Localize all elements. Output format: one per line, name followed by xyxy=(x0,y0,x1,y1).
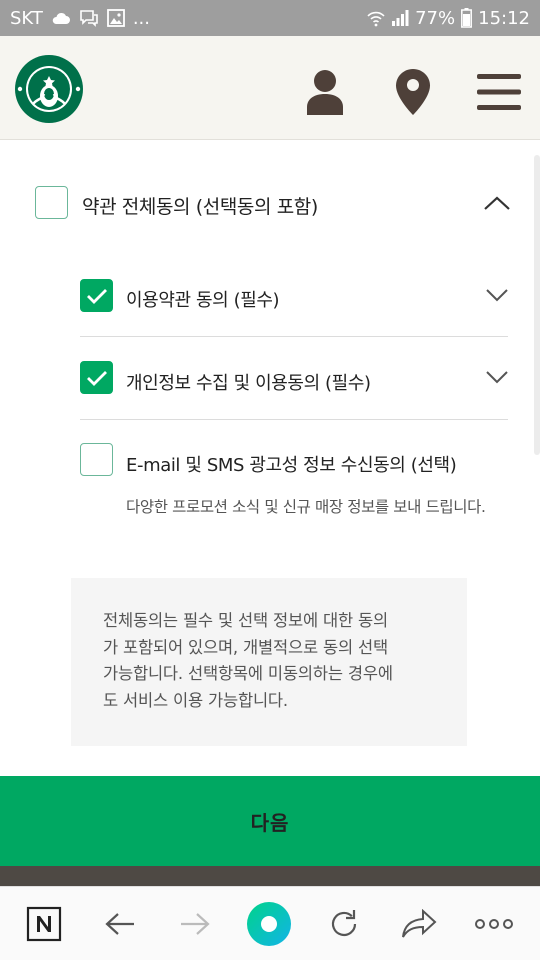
battery-icon xyxy=(461,8,473,28)
refresh-icon[interactable] xyxy=(319,899,369,949)
divider xyxy=(80,419,508,420)
checkmark-icon xyxy=(86,288,107,304)
privacy-collection-checkbox[interactable] xyxy=(80,361,113,394)
home-circle-icon[interactable] xyxy=(244,899,294,949)
marketing-consent-label[interactable]: E-mail 및 SMS 광고성 정보 수신동의 (선택) xyxy=(126,451,457,477)
chevron-down-icon[interactable] xyxy=(483,286,511,304)
share-icon[interactable] xyxy=(394,899,444,949)
battery-percent: 77% xyxy=(415,7,456,29)
agree-all-label[interactable]: 약관 전체동의 (선택동의 포함) xyxy=(82,192,318,219)
gallery-icon xyxy=(106,9,125,27)
agree-all-checkbox[interactable] xyxy=(35,186,68,219)
clock: 15:12 xyxy=(478,7,530,29)
notice-line: 가능합니다. 선택항목에 미동의하는 경우에 xyxy=(103,664,393,683)
browser-toolbar xyxy=(0,886,540,960)
notice-line: 가 포함되어 있으며, 개별적으로 동의 선택 xyxy=(103,637,388,657)
more-notifications: ... xyxy=(132,7,150,29)
store-location-icon[interactable] xyxy=(391,68,435,116)
forward-arrow-icon[interactable] xyxy=(170,899,220,949)
chevron-down-icon[interactable] xyxy=(483,368,511,386)
notice-line: 도 서비스 이용 가능합니다. xyxy=(103,690,288,710)
starbucks-logo[interactable] xyxy=(14,54,84,124)
terms-agreement-panel: 약관 전체동의 (선택동의 포함) 이용약관 동의 (필수) 개인정보 수집 및… xyxy=(0,141,540,776)
footer-strip xyxy=(0,866,540,886)
back-arrow-icon[interactable] xyxy=(95,899,145,949)
wifi-icon xyxy=(367,9,385,27)
chevron-up-icon[interactable] xyxy=(483,194,511,212)
scrollbar[interactable] xyxy=(534,155,540,455)
consent-notice-box: 전체동의는 필수 및 선택 정보에 대한 동의 가 포함되어 있으며, 개별적으… xyxy=(71,578,467,746)
marketing-consent-checkbox[interactable] xyxy=(80,443,113,476)
naver-n-icon[interactable] xyxy=(19,899,69,949)
status-bar: SKT ... 77% 15:12 xyxy=(0,0,540,36)
terms-of-use-label[interactable]: 이용약관 동의 (필수) xyxy=(126,286,280,312)
checkmark-icon xyxy=(86,370,107,386)
notice-line: 전체동의는 필수 및 선택 정보에 대한 동의 xyxy=(103,611,388,630)
divider xyxy=(80,336,508,337)
more-icon[interactable] xyxy=(469,899,519,949)
next-button[interactable]: 다음 xyxy=(0,776,540,866)
hamburger-menu-icon[interactable] xyxy=(477,68,521,116)
marketing-consent-description: 다양한 프로모션 소식 및 신규 매장 정보를 보내 드립니다. xyxy=(126,498,486,516)
carrier-label: SKT xyxy=(10,7,43,29)
privacy-collection-label[interactable]: 개인정보 수집 및 이용동의 (필수) xyxy=(126,369,371,395)
terms-of-use-checkbox[interactable] xyxy=(80,279,113,312)
signal-icon xyxy=(391,9,409,27)
chat-icon xyxy=(79,9,99,27)
user-icon[interactable] xyxy=(303,68,347,116)
app-header xyxy=(0,36,540,140)
cloud-icon xyxy=(51,11,71,25)
